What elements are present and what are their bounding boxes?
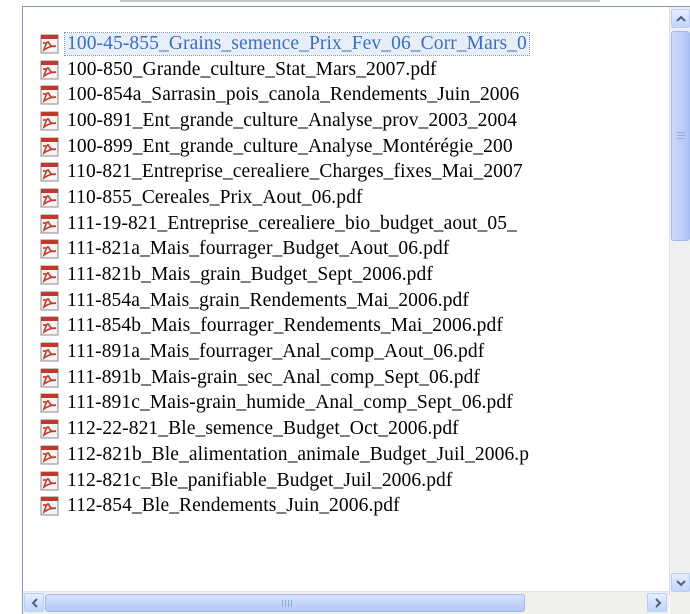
file-row[interactable]: 100-891_Ent_grande_culture_Analyse_prov_… bbox=[23, 108, 669, 134]
file-list[interactable]: 100-45-855_Grains_semence_Prix_Fev_06_Co… bbox=[23, 31, 669, 596]
horizontal-scrollbar[interactable] bbox=[23, 591, 669, 614]
arrow-left-icon bbox=[31, 598, 38, 608]
pdf-file-icon bbox=[40, 316, 60, 336]
pdf-file-icon bbox=[40, 60, 60, 80]
pdf-file-icon bbox=[40, 393, 60, 413]
top-divider bbox=[120, 0, 600, 2]
file-row[interactable]: 111-891a_Mais_fourrager_Anal_comp_Aout_0… bbox=[23, 339, 669, 365]
pdf-file-icon bbox=[40, 445, 60, 465]
file-name: 110-821_Entreprise_cerealiere_Charges_fi… bbox=[67, 161, 523, 183]
file-row[interactable]: 111-891b_Mais-grain_sec_Anal_comp_Sept_0… bbox=[23, 365, 669, 391]
pdf-file-icon bbox=[40, 111, 60, 131]
file-name: 112-854_Ble_Rendements_Juin_2006.pdf bbox=[67, 495, 400, 517]
scroll-up-button[interactable] bbox=[671, 9, 690, 28]
file-name: 110-855_Cereales_Prix_Aout_06.pdf bbox=[67, 186, 363, 208]
pdf-file-icon bbox=[40, 239, 60, 259]
file-name: 100-850_Grande_culture_Stat_Mars_2007.pd… bbox=[67, 58, 437, 80]
file-row[interactable]: 100-850_Grande_culture_Stat_Mars_2007.pd… bbox=[23, 57, 669, 83]
scroll-down-button[interactable] bbox=[671, 573, 690, 592]
scrollbar-corner bbox=[670, 592, 690, 614]
file-name: 111-891a_Mais_fourrager_Anal_comp_Aout_0… bbox=[67, 341, 485, 363]
pdf-file-icon bbox=[40, 85, 60, 105]
file-name: 112-821b_Ble_alimentation_animale_Budget… bbox=[67, 443, 530, 465]
pdf-file-icon bbox=[40, 291, 60, 311]
file-name: 111-821a_Mais_fourrager_Budget_Aout_06.p… bbox=[67, 238, 450, 260]
file-name: 111-891c_Mais-grain_humide_Anal_comp_Sep… bbox=[67, 392, 513, 414]
pdf-file-icon bbox=[40, 471, 60, 491]
file-name: 111-891b_Mais-grain_sec_Anal_comp_Sept_0… bbox=[67, 366, 481, 388]
pdf-file-icon bbox=[40, 265, 60, 285]
file-row[interactable]: 112-854_Ble_Rendements_Juin_2006.pdf bbox=[23, 493, 669, 519]
file-name: 112-821c_Ble_panifiable_Budget_Juil_2006… bbox=[67, 469, 453, 491]
file-name: 100-854a_Sarrasin_pois_canola_Rendements… bbox=[67, 84, 520, 106]
horizontal-scroll-thumb[interactable] bbox=[45, 594, 525, 612]
file-row[interactable]: 100-899_Ent_grande_culture_Analyse_Monté… bbox=[23, 134, 669, 160]
pdf-file-icon bbox=[40, 419, 60, 439]
pdf-file-icon bbox=[40, 214, 60, 234]
file-name: 100-891_Ent_grande_culture_Analyse_prov_… bbox=[67, 109, 518, 131]
pdf-file-icon bbox=[40, 496, 60, 516]
vertical-scrollbar[interactable] bbox=[669, 7, 690, 596]
pdf-file-icon bbox=[40, 137, 60, 157]
file-row[interactable]: 110-821_Entreprise_cerealiere_Charges_fi… bbox=[23, 159, 669, 185]
pdf-file-icon bbox=[40, 342, 60, 362]
scroll-right-button[interactable] bbox=[647, 593, 667, 612]
file-row[interactable]: 111-19-821_Entreprise_cerealiere_bio_bud… bbox=[23, 211, 669, 237]
file-name: 111-854a_Mais_grain_Rendements_Mai_2006.… bbox=[67, 289, 469, 311]
file-row[interactable]: 111-821a_Mais_fourrager_Budget_Aout_06.p… bbox=[23, 237, 669, 263]
pdf-file-icon bbox=[40, 162, 60, 182]
file-row[interactable]: 111-854a_Mais_grain_Rendements_Mai_2006.… bbox=[23, 288, 669, 314]
vertical-scroll-thumb[interactable] bbox=[671, 31, 690, 241]
pdf-file-icon bbox=[40, 34, 60, 54]
file-row[interactable]: 100-45-855_Grains_semence_Prix_Fev_06_Co… bbox=[23, 31, 669, 57]
pdf-file-icon bbox=[40, 188, 60, 208]
arrow-right-icon bbox=[655, 598, 662, 608]
arrow-down-icon bbox=[676, 580, 686, 587]
file-name: 111-821b_Mais_grain_Budget_Sept_2006.pdf bbox=[67, 264, 433, 286]
file-row[interactable]: 112-821b_Ble_alimentation_animale_Budget… bbox=[23, 442, 669, 468]
file-row[interactable]: 111-854b_Mais_fourrager_Rendements_Mai_2… bbox=[23, 314, 669, 340]
scroll-left-button[interactable] bbox=[24, 593, 44, 612]
file-name: 112-22-821_Ble_semence_Budget_Oct_2006.p… bbox=[67, 418, 459, 440]
file-name: 111-19-821_Entreprise_cerealiere_bio_bud… bbox=[67, 212, 517, 234]
file-row[interactable]: 100-854a_Sarrasin_pois_canola_Rendements… bbox=[23, 82, 669, 108]
file-row[interactable]: 110-855_Cereales_Prix_Aout_06.pdf bbox=[23, 185, 669, 211]
file-name: 100-899_Ent_grande_culture_Analyse_Monté… bbox=[67, 135, 513, 157]
file-name: 100-45-855_Grains_semence_Prix_Fev_06_Co… bbox=[64, 31, 530, 56]
file-row[interactable]: 112-22-821_Ble_semence_Budget_Oct_2006.p… bbox=[23, 416, 669, 442]
pdf-file-icon bbox=[40, 368, 60, 388]
file-row[interactable]: 112-821c_Ble_panifiable_Budget_Juil_2006… bbox=[23, 468, 669, 494]
file-row[interactable]: 111-891c_Mais-grain_humide_Anal_comp_Sep… bbox=[23, 391, 669, 417]
file-row[interactable]: 111-821b_Mais_grain_Budget_Sept_2006.pdf bbox=[23, 262, 669, 288]
arrow-up-icon bbox=[676, 15, 686, 22]
file-list-panel: 100-45-855_Grains_semence_Prix_Fev_06_Co… bbox=[22, 6, 690, 614]
file-name: 111-854b_Mais_fourrager_Rendements_Mai_2… bbox=[67, 315, 503, 337]
